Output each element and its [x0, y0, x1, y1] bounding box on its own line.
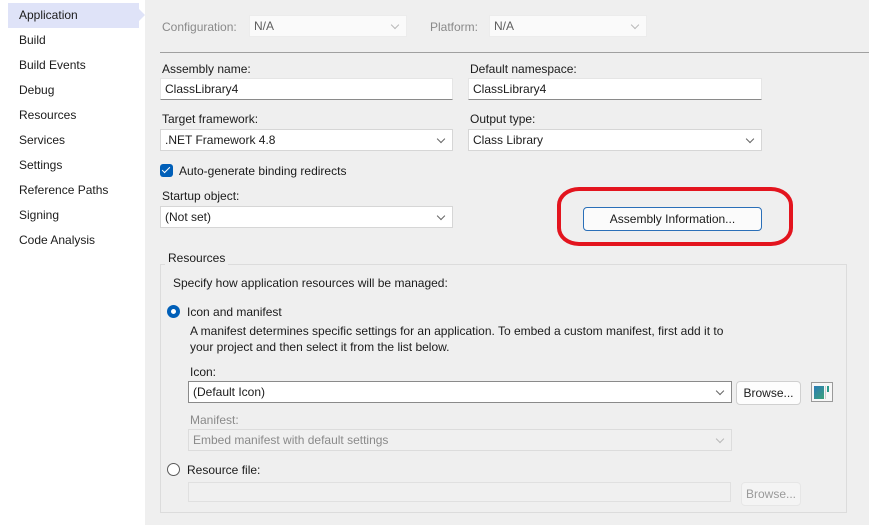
output-type-value: Class Library — [473, 133, 544, 147]
startup-object-value: (Not set) — [165, 210, 212, 224]
icon-browse-button[interactable]: Browse... — [736, 381, 801, 405]
icon-dropdown[interactable]: (Default Icon) — [188, 381, 732, 403]
chevron-down-icon — [390, 20, 400, 30]
default-namespace-label: Default namespace: — [470, 62, 577, 76]
icon-manifest-radio[interactable] — [167, 305, 180, 318]
icon-label: Icon: — [190, 365, 217, 379]
sidebar-item-reference-paths[interactable]: Reference Paths — [8, 178, 139, 203]
startup-object-label: Startup object: — [162, 189, 240, 203]
sidebar-item-code-analysis[interactable]: Code Analysis — [8, 228, 139, 253]
divider — [160, 52, 869, 53]
chevron-down-icon — [715, 386, 725, 396]
icon-value: (Default Icon) — [193, 385, 266, 399]
application-page: Configuration: N/A Platform: N/A Assembl… — [145, 0, 869, 525]
chevron-down-icon — [745, 134, 755, 144]
icon-preview-bar — [827, 386, 829, 392]
output-type-label: Output type: — [470, 112, 536, 126]
chevron-down-icon — [715, 434, 725, 444]
resource-file-label[interactable]: Resource file: — [187, 463, 260, 477]
manifest-dropdown: Embed manifest with default settings — [188, 429, 732, 451]
resource-file-browse-button: Browse... — [741, 482, 801, 506]
startup-object-dropdown[interactable]: (Not set) — [160, 206, 453, 228]
chevron-down-icon — [436, 211, 446, 221]
sidebar-item-services[interactable]: Services — [8, 128, 139, 153]
resources-intro-text: Specify how application resources will b… — [173, 276, 448, 290]
platform-value: N/A — [494, 19, 515, 33]
platform-dropdown[interactable]: N/A — [489, 15, 647, 37]
target-framework-value: .NET Framework 4.8 — [165, 133, 276, 147]
output-type-dropdown[interactable]: Class Library — [468, 129, 762, 151]
manifest-description: A manifest determines specific settings … — [190, 324, 724, 354]
sidebar-item-build[interactable]: Build — [8, 28, 139, 53]
configuration-value: N/A — [254, 19, 275, 33]
sidebar-item-settings[interactable]: Settings — [8, 153, 139, 178]
configuration-label: Configuration: — [162, 20, 237, 34]
target-framework-dropdown[interactable]: .NET Framework 4.8 — [160, 129, 453, 151]
default-namespace-input[interactable]: ClassLibrary4 — [468, 78, 762, 100]
resources-group-title: Resources — [165, 251, 229, 265]
target-framework-label: Target framework: — [162, 112, 259, 126]
assembly-name-label: Assembly name: — [162, 62, 251, 76]
resource-file-radio[interactable] — [167, 463, 180, 476]
auto-binding-redirects-checkbox[interactable] — [160, 164, 173, 177]
manifest-value: Embed manifest with default settings — [193, 433, 389, 447]
sidebar-item-signing[interactable]: Signing — [8, 203, 139, 228]
assembly-information-button[interactable]: Assembly Information... — [583, 207, 762, 231]
resource-file-input — [188, 482, 731, 502]
configuration-dropdown[interactable]: N/A — [249, 15, 407, 37]
window-icon — [814, 386, 824, 399]
chevron-down-icon — [630, 20, 640, 30]
assembly-name-input[interactable]: ClassLibrary4 — [160, 78, 453, 100]
sidebar-nav: Application Build Build Events Debug Res… — [0, 0, 145, 525]
auto-binding-redirects-label[interactable]: Auto-generate binding redirects — [179, 164, 346, 178]
sidebar-item-build-events[interactable]: Build Events — [8, 53, 139, 78]
icon-preview-divider — [825, 386, 826, 399]
icon-manifest-label[interactable]: Icon and manifest — [187, 305, 282, 319]
platform-label: Platform: — [430, 20, 479, 34]
icon-preview-image — [811, 382, 833, 402]
sidebar-item-resources[interactable]: Resources — [8, 103, 139, 128]
chevron-down-icon — [436, 134, 446, 144]
sidebar-item-application[interactable]: Application — [8, 3, 145, 28]
sidebar-item-debug[interactable]: Debug — [8, 78, 139, 103]
manifest-label: Manifest: — [190, 413, 239, 427]
